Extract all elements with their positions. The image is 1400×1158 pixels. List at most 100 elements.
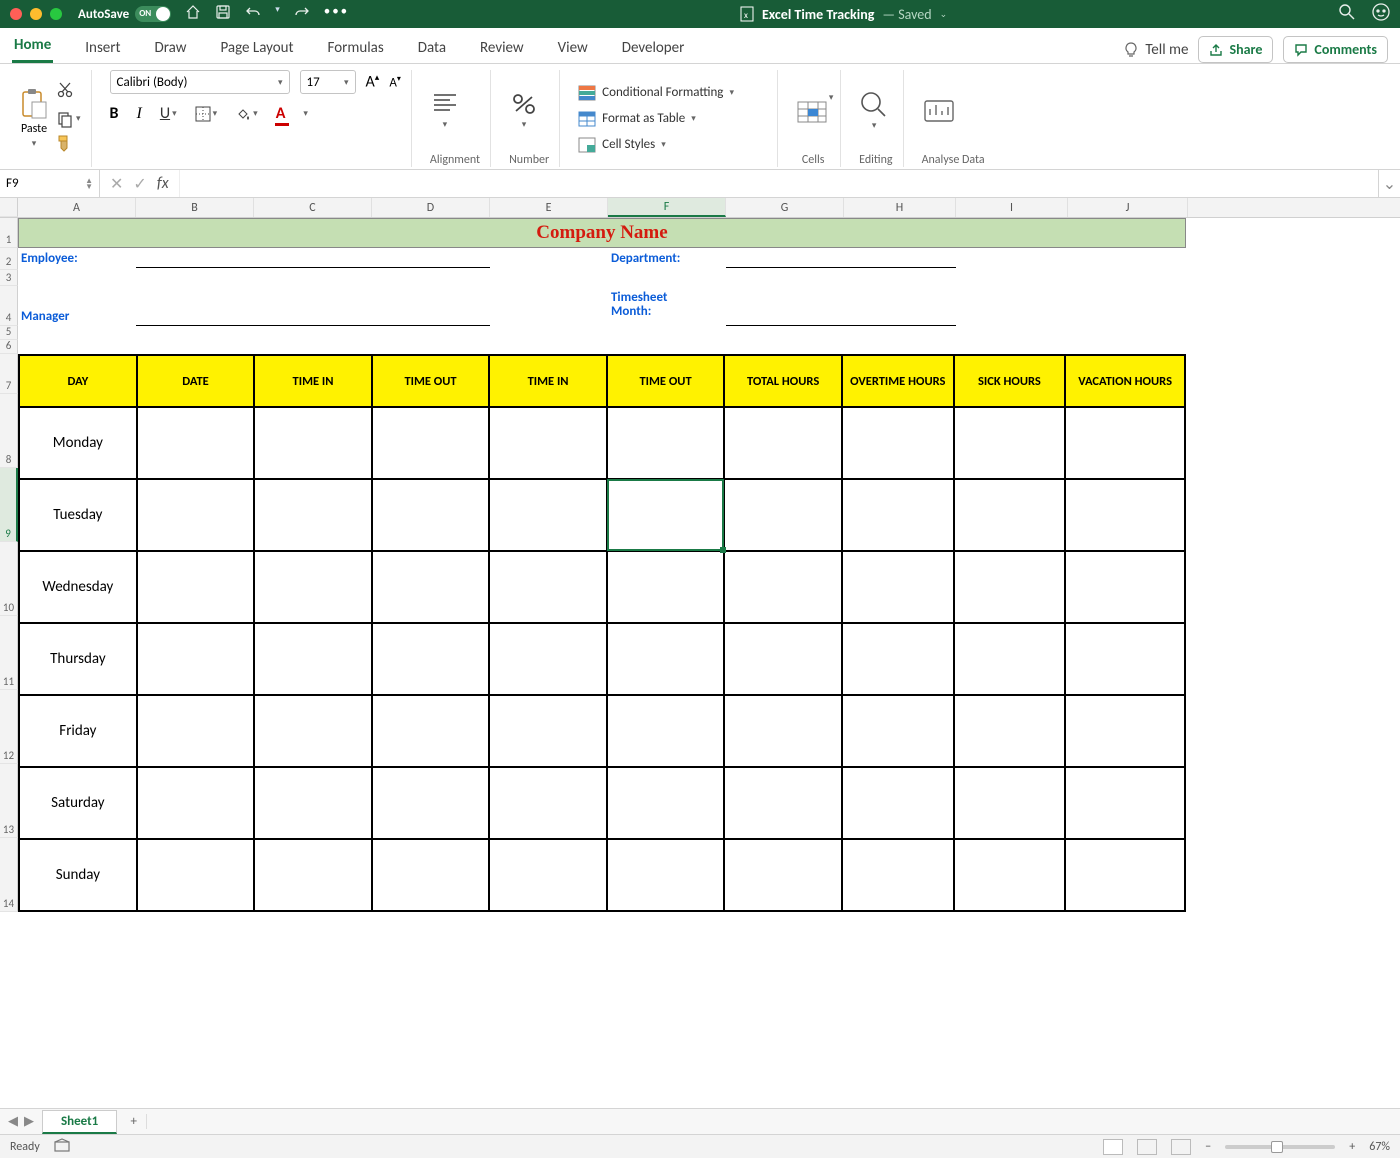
cell[interactable] [372, 767, 490, 839]
tab-review[interactable]: Review [478, 33, 526, 63]
row-header-11[interactable]: 11 [0, 616, 18, 690]
th-date[interactable]: DATE [137, 355, 255, 407]
enter-icon[interactable]: ✓ [133, 174, 146, 194]
cut-icon[interactable] [56, 81, 81, 104]
row-header-1[interactable]: 1 [0, 218, 18, 248]
zoom-in-button[interactable]: + [1349, 1140, 1355, 1154]
cell[interactable] [372, 479, 490, 551]
cell[interactable] [254, 695, 372, 767]
cell[interactable] [607, 551, 725, 623]
italic-button[interactable]: I [137, 105, 142, 123]
manager-label[interactable]: Manager [18, 286, 136, 326]
tab-data[interactable]: Data [416, 33, 448, 63]
company-name-cell[interactable]: Company Name [18, 218, 1186, 248]
analyse-data-button[interactable] [922, 97, 956, 125]
th-time-out-1[interactable]: TIME OUT [372, 355, 490, 407]
normal-view-icon[interactable] [1103, 1139, 1123, 1155]
cell[interactable] [956, 248, 1068, 268]
selected-cell-F9[interactable] [607, 479, 725, 551]
row-header-13[interactable]: 13 [0, 764, 18, 838]
cell[interactable] [137, 623, 255, 695]
cell[interactable] [372, 551, 490, 623]
row-header-10[interactable]: 10 [0, 542, 18, 616]
cell[interactable] [724, 767, 842, 839]
cell[interactable] [724, 839, 842, 911]
cell[interactable] [724, 479, 842, 551]
fx-icon[interactable]: fx [157, 174, 169, 193]
format-as-table-button[interactable]: Format as Table▾ [578, 109, 696, 129]
font-name-select[interactable]: Calibri (Body)▾ [110, 70, 290, 94]
conditional-formatting-button[interactable]: Conditional Formatting▾ [578, 83, 734, 103]
cell[interactable] [254, 767, 372, 839]
cell[interactable] [607, 839, 725, 911]
cell[interactable] [954, 767, 1066, 839]
col-header-E[interactable]: E [490, 198, 608, 217]
tab-draw[interactable]: Draw [153, 33, 189, 63]
number-button[interactable]: ▾ [509, 91, 539, 130]
department-label[interactable]: Department: [608, 248, 726, 268]
ts-month-input-g[interactable] [726, 286, 844, 326]
manager-input-d[interactable] [372, 286, 490, 326]
increase-font-icon[interactable]: A▴ [366, 72, 380, 91]
cell[interactable] [254, 479, 372, 551]
cell[interactable] [842, 407, 954, 479]
bold-button[interactable]: B [110, 104, 119, 123]
cell[interactable] [1065, 479, 1185, 551]
cell-styles-button[interactable]: Cell Styles▾ [578, 135, 666, 155]
cell[interactable] [724, 623, 842, 695]
row-header-4[interactable]: 4 [0, 286, 18, 326]
namebox-spinner[interactable]: ▲▼ [85, 178, 93, 190]
cell[interactable] [489, 695, 607, 767]
cell[interactable] [1068, 286, 1188, 326]
cell[interactable] [254, 839, 372, 911]
search-icon[interactable] [1338, 3, 1356, 25]
editing-button[interactable]: ▾ [859, 90, 889, 131]
th-vacation[interactable]: VACATION HOURS [1065, 355, 1185, 407]
timesheet-month-label[interactable]: Timesheet Month: [608, 286, 726, 326]
redo-icon[interactable] [294, 4, 310, 24]
cell[interactable] [1065, 695, 1185, 767]
row-header-12[interactable]: 12 [0, 690, 18, 764]
day-cell[interactable]: Sunday [19, 839, 137, 911]
row-header-2[interactable]: 2 [0, 248, 18, 270]
worksheet-area[interactable]: A B C D E F G H I J 1 Company Name 2 Emp… [0, 198, 1400, 1108]
save-icon[interactable] [215, 4, 231, 24]
cell[interactable] [489, 551, 607, 623]
tab-home[interactable]: Home [12, 30, 53, 63]
row-header-14[interactable]: 14 [0, 838, 18, 912]
cell[interactable] [842, 623, 954, 695]
cell[interactable] [372, 695, 490, 767]
th-time-in-2[interactable]: TIME IN [489, 355, 607, 407]
employee-label[interactable]: Employee: [18, 248, 136, 268]
th-time-out-2[interactable]: TIME OUT [607, 355, 725, 407]
th-total[interactable]: TOTAL HOURS [724, 355, 842, 407]
manager-input-c[interactable] [254, 286, 372, 326]
day-cell[interactable]: Saturday [19, 767, 137, 839]
row-header-9[interactable]: 9 [0, 468, 18, 542]
col-header-F[interactable]: F [608, 198, 726, 217]
formula-input[interactable] [180, 170, 1378, 197]
day-cell[interactable]: Wednesday [19, 551, 137, 623]
next-sheet-icon[interactable]: ▶ [24, 1114, 34, 1129]
col-header-G[interactable]: G [726, 198, 844, 217]
cells-button[interactable]: ▾ [796, 98, 830, 139]
cell[interactable] [1065, 767, 1185, 839]
cell[interactable] [954, 551, 1066, 623]
cell[interactable] [724, 695, 842, 767]
zoom-out-button[interactable]: − [1205, 1140, 1211, 1154]
cell[interactable] [842, 551, 954, 623]
cell[interactable] [954, 623, 1066, 695]
cell[interactable] [1065, 623, 1185, 695]
undo-dropdown-icon[interactable]: ▾ [275, 4, 280, 24]
page-layout-view-icon[interactable] [1137, 1139, 1157, 1155]
add-sheet-button[interactable]: + [121, 1114, 147, 1129]
sheet-tab[interactable]: Sheet1 [42, 1110, 117, 1134]
tell-me[interactable]: Tell me [1123, 41, 1188, 59]
tab-insert[interactable]: Insert [83, 33, 122, 63]
cell[interactable] [1065, 407, 1185, 479]
cell[interactable] [137, 695, 255, 767]
cell[interactable] [842, 695, 954, 767]
cell[interactable] [254, 623, 372, 695]
department-input-h[interactable] [844, 248, 956, 268]
share-button[interactable]: Share [1198, 36, 1273, 63]
